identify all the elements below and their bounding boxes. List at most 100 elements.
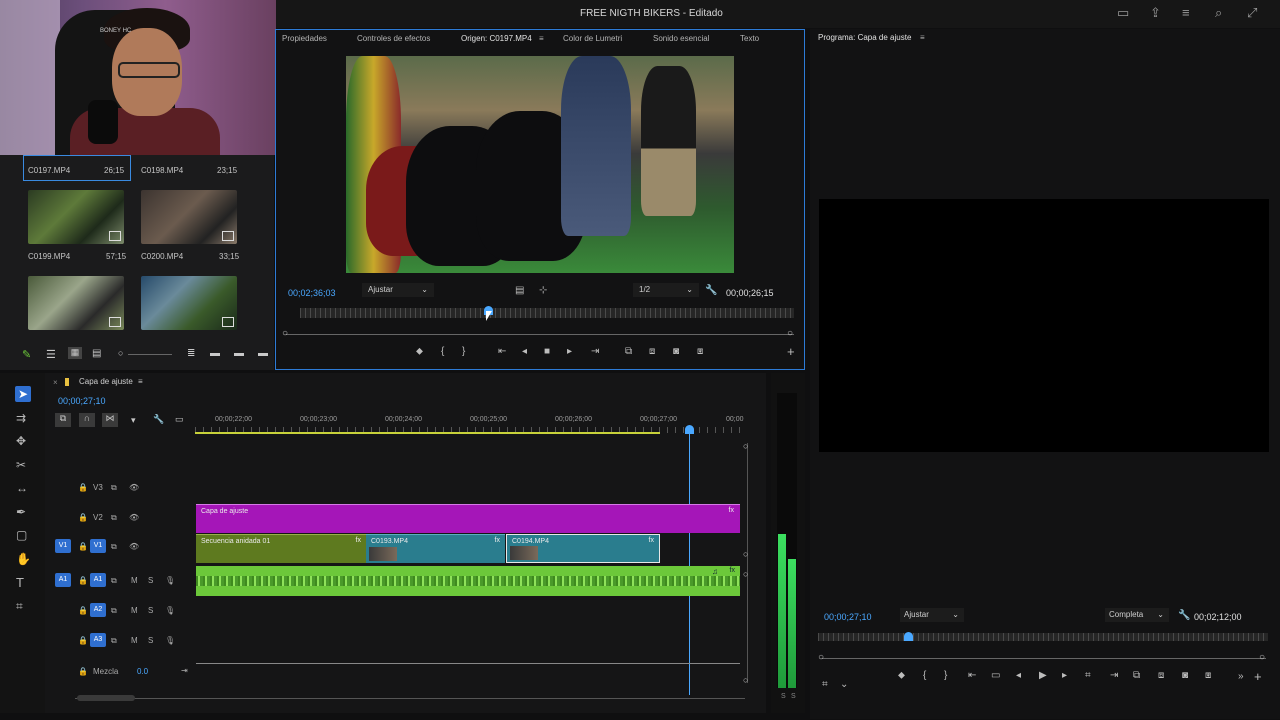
scroll-handle[interactable]: ○ bbox=[743, 675, 748, 685]
vertical-scrollbar[interactable] bbox=[747, 443, 748, 683]
lift-icon[interactable]: ▭ bbox=[991, 670, 1000, 681]
zoom-handle-left[interactable]: ○ bbox=[818, 652, 824, 663]
camera-icon[interactable]: ◙ bbox=[1182, 670, 1188, 681]
source-patch-v1[interactable]: V1 bbox=[55, 539, 71, 553]
zoom-slider-handle[interactable]: ○ bbox=[118, 348, 123, 358]
program-playhead[interactable] bbox=[904, 632, 913, 641]
eye-icon[interactable]: 👁 bbox=[129, 542, 139, 551]
nest-toggle-icon[interactable]: ⧉ bbox=[55, 413, 71, 427]
track-select-tool-icon[interactable]: ⇉ bbox=[16, 411, 26, 425]
marker-icon[interactable]: ⬥ bbox=[898, 670, 905, 681]
horizontal-scrollbar[interactable] bbox=[75, 698, 745, 699]
fullscreen-icon[interactable]: ⤢ bbox=[1247, 5, 1257, 21]
settings-icon[interactable]: ⧆ bbox=[1205, 670, 1211, 681]
wrench-icon[interactable]: 🔧 bbox=[153, 414, 164, 425]
clip-thumbnail[interactable] bbox=[28, 190, 124, 244]
sync-lock-icon[interactable]: ⧉ bbox=[111, 483, 117, 493]
eye-icon[interactable]: 👁 bbox=[129, 513, 139, 522]
scroll-handle[interactable]: ○ bbox=[743, 441, 748, 451]
go-to-in-icon[interactable]: ⇤ bbox=[968, 670, 976, 681]
chevron-down-icon[interactable]: ⌄ bbox=[840, 679, 848, 690]
tab-lumetri-color[interactable]: Color de Lumetri bbox=[563, 34, 622, 43]
nested-sequence-clip[interactable]: Secuencia anidada 01 fx bbox=[196, 534, 366, 563]
drag-video-icon[interactable]: ⊹ bbox=[539, 285, 547, 296]
mute-button[interactable]: M bbox=[131, 636, 138, 645]
lock-icon[interactable]: 🔒 bbox=[78, 576, 88, 585]
add-marker-icon[interactable]: ▾ bbox=[131, 415, 136, 426]
stop-icon[interactable]: ■ bbox=[544, 346, 550, 357]
list-view-icon[interactable]: ☰ bbox=[46, 348, 56, 361]
insert-clip-icon[interactable]: ⧉ bbox=[1133, 670, 1140, 681]
settings-icon[interactable]: ⧆ bbox=[697, 346, 703, 357]
meter-solo-left[interactable]: S bbox=[781, 693, 786, 700]
source-patch-a1[interactable]: A1 bbox=[55, 573, 71, 587]
overwrite-clip-icon[interactable]: ⧈ bbox=[649, 346, 655, 357]
search-bin-icon[interactable]: ▬ bbox=[210, 348, 220, 359]
timeline-timecode[interactable]: 00;00;27;10 bbox=[58, 396, 106, 406]
out-point-icon[interactable]: } bbox=[944, 670, 947, 681]
program-fit-dropdown[interactable]: Ajustar ⌄ bbox=[900, 608, 964, 622]
rectangle-tool-icon[interactable]: ▢ bbox=[16, 528, 27, 542]
freeform-view-icon[interactable]: ▤ bbox=[92, 348, 101, 359]
audio-clip[interactable]: ♫ fx bbox=[196, 566, 740, 596]
lock-icon[interactable]: 🔒 bbox=[78, 667, 88, 676]
tab-properties[interactable]: Propiedades bbox=[282, 34, 327, 43]
track-target-a2[interactable]: A2 bbox=[90, 603, 106, 617]
source-fit-dropdown[interactable]: Ajustar ⌄ bbox=[362, 283, 434, 297]
ripple-edit-tool-icon[interactable]: ✥ bbox=[16, 434, 26, 448]
in-point-icon[interactable]: { bbox=[441, 346, 444, 357]
track-target-a1[interactable]: A1 bbox=[90, 573, 106, 587]
marker-icon[interactable]: ⬥ bbox=[416, 346, 423, 357]
sync-lock-icon[interactable]: ⧉ bbox=[111, 542, 117, 552]
scroll-handle[interactable]: ○ bbox=[743, 549, 748, 559]
step-back-icon[interactable]: ◂ bbox=[1016, 670, 1021, 681]
clip-thumbnail[interactable] bbox=[141, 190, 237, 244]
mic-icon[interactable]: 🎙 bbox=[165, 636, 175, 645]
pencil-icon[interactable]: ✎ bbox=[22, 348, 31, 361]
razor-tool-icon[interactable]: ✂ bbox=[16, 458, 26, 472]
clip-thumbnail[interactable] bbox=[141, 276, 237, 330]
program-quality-dropdown[interactable]: Completa ⌄ bbox=[1105, 608, 1169, 622]
adjustment-layer-clip[interactable]: Capa de ajuste fx bbox=[196, 504, 740, 533]
selection-tool-icon[interactable]: ➤ bbox=[15, 386, 31, 402]
track-target-a3[interactable]: A3 bbox=[90, 633, 106, 647]
sync-lock-icon[interactable]: ⧉ bbox=[111, 606, 117, 616]
lock-icon[interactable]: 🔒 bbox=[78, 606, 88, 615]
go-to-in-icon[interactable]: ⇤ bbox=[498, 346, 506, 357]
video-clip-c0194[interactable]: C0194.MP4 fx bbox=[506, 534, 660, 563]
zoom-handle-right[interactable]: ○ bbox=[1259, 652, 1265, 663]
tab-essential-sound[interactable]: Sonido esencial bbox=[653, 34, 709, 43]
eye-icon[interactable]: 👁 bbox=[129, 483, 139, 492]
tab-menu-icon[interactable]: ≡ bbox=[138, 377, 143, 386]
source-resolution-dropdown[interactable]: 1/2 ⌄ bbox=[633, 283, 699, 297]
linked-selection-icon[interactable]: ⋈ bbox=[102, 413, 118, 427]
panel-icon[interactable]: ▭ bbox=[1117, 5, 1129, 21]
share-icon[interactable]: ⇪ bbox=[1150, 5, 1161, 21]
sync-lock-icon[interactable]: ⧉ bbox=[111, 576, 117, 586]
mute-button[interactable]: M bbox=[131, 606, 138, 615]
source-time-ruler[interactable] bbox=[300, 308, 794, 318]
zoom-slider[interactable] bbox=[128, 354, 172, 355]
skip-end-icon[interactable]: ⇥ bbox=[181, 666, 188, 675]
track-target-v1[interactable]: V1 bbox=[90, 539, 106, 553]
program-title[interactable]: Programa: Capa de ajuste bbox=[818, 33, 911, 42]
tab-menu-icon[interactable]: ≡ bbox=[920, 33, 925, 42]
delete-icon[interactable]: ▬ bbox=[258, 348, 268, 359]
solo-button[interactable]: S bbox=[148, 576, 153, 585]
go-to-out-icon[interactable]: ⇥ bbox=[591, 346, 599, 357]
lock-icon[interactable]: 🔒 bbox=[78, 636, 88, 645]
insert-icon[interactable]: ▤ bbox=[515, 285, 524, 296]
snap-icon[interactable]: ∩ bbox=[79, 413, 95, 427]
trim-icon[interactable]: ⌗ bbox=[1085, 670, 1091, 681]
add-icon[interactable]: + bbox=[1254, 669, 1262, 684]
go-to-out-icon[interactable]: ⇥ bbox=[1110, 670, 1118, 681]
overwrite-clip-icon[interactable]: ⧈ bbox=[1158, 670, 1164, 681]
work-area-bar[interactable] bbox=[195, 432, 660, 434]
zoom-icon[interactable]: ⌕ bbox=[1215, 5, 1222, 21]
mic-icon[interactable]: 🎙 bbox=[165, 576, 175, 585]
step-forward-icon[interactable]: ▸ bbox=[567, 346, 572, 357]
captions-icon[interactable]: ▭ bbox=[175, 414, 184, 425]
lock-icon[interactable]: 🔒 bbox=[78, 513, 88, 522]
tab-source[interactable]: Origen: C0197.MP4 bbox=[461, 34, 532, 43]
video-clip-c0193[interactable]: C0193.MP4 fx bbox=[366, 534, 505, 563]
